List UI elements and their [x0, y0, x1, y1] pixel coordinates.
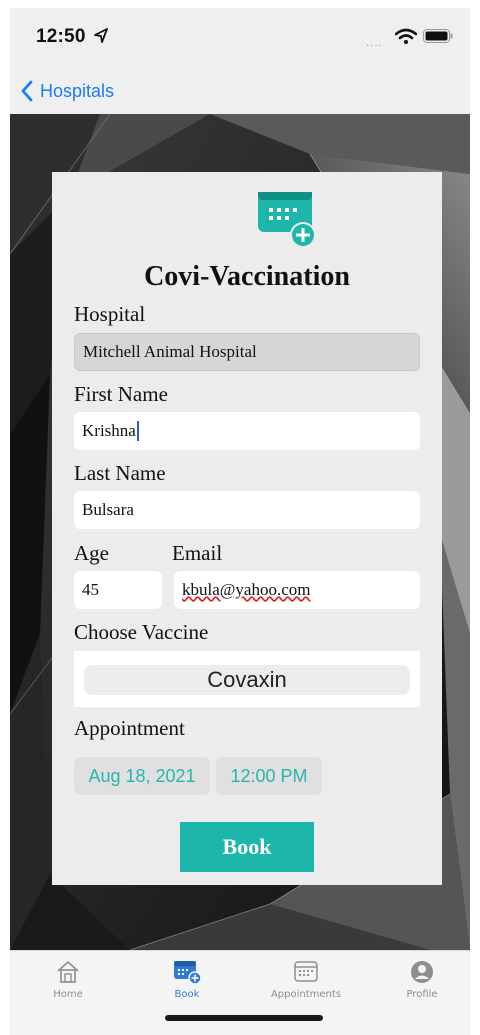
email-label: Email [172, 541, 223, 565]
age-label: Age [74, 541, 109, 565]
tab-book[interactable]: Book [141, 959, 233, 1011]
choose-vaccine-label: Choose Vaccine [74, 620, 209, 644]
calendar-icon [294, 961, 318, 982]
appointment-label: Appointment [74, 716, 185, 740]
tab-profile-label: Profile [406, 989, 438, 1000]
appointment-date-picker[interactable]: Aug 18, 2021 [74, 757, 210, 795]
tab-home-label: Home [53, 989, 83, 1000]
form-title: Covi-Vaccination [144, 261, 350, 292]
booking-form-card: Covi-Vaccination Hospital Mitchell Anima… [52, 172, 442, 885]
content-area: Covi-Vaccination Hospital Mitchell Anima… [10, 114, 470, 950]
back-button-label: Hospitals [40, 80, 115, 101]
wifi-icon [395, 28, 417, 44]
tab-bar: Home Book Appointments Profile [10, 950, 470, 1035]
appointment-time-picker[interactable]: 12:00 PM [216, 757, 322, 795]
vaccine-picker[interactable]: Covaxin [74, 651, 420, 707]
calendar-add-icon [258, 192, 316, 248]
tab-book-label: Book [174, 989, 200, 1000]
hospital-label: Hospital [74, 302, 146, 326]
book-button[interactable]: Book [180, 822, 314, 872]
tab-appointments-label: Appointments [270, 989, 342, 1000]
vaccine-picker-selected[interactable]: Covaxin [84, 665, 410, 695]
first-name-field[interactable]: Krishna [74, 412, 420, 450]
age-value: 45 [82, 580, 99, 599]
first-name-label: First Name [74, 382, 168, 406]
last-name-field[interactable]: Bulsara [74, 491, 420, 529]
back-button[interactable]: Hospitals [20, 76, 114, 106]
navigation-bar: Hospitals [10, 68, 470, 114]
tab-profile[interactable]: Profile [376, 959, 468, 1011]
person-icon [411, 961, 433, 983]
home-icon [57, 961, 79, 983]
location-arrow-icon [94, 28, 108, 43]
email-value: kbula@yahoo.com [182, 580, 311, 599]
battery-icon [423, 29, 453, 43]
status-time: 12:50 [36, 26, 86, 47]
tab-appointments[interactable]: Appointments [260, 959, 352, 1011]
chevron-left-icon [21, 80, 33, 102]
app-screen: 12:50 .... Hospitals Covi-Vaccination Ho… [10, 8, 470, 1035]
calendar-add-icon [174, 961, 202, 985]
last-name-label: Last Name [74, 461, 166, 485]
text-cursor [136, 421, 139, 441]
last-name-value: Bulsara [82, 500, 134, 519]
status-bar: 12:50 .... [10, 8, 470, 68]
email-field[interactable]: kbula@yahoo.com [174, 571, 420, 609]
age-field[interactable]: 45 [74, 571, 162, 609]
tab-home[interactable]: Home [22, 959, 114, 1011]
home-indicator[interactable] [165, 1015, 323, 1021]
hospital-field[interactable]: Mitchell Animal Hospital [74, 333, 420, 371]
first-name-value: Krishna [82, 421, 136, 440]
hospital-value: Mitchell Animal Hospital [83, 342, 257, 361]
signal-icon: .... [366, 38, 383, 49]
